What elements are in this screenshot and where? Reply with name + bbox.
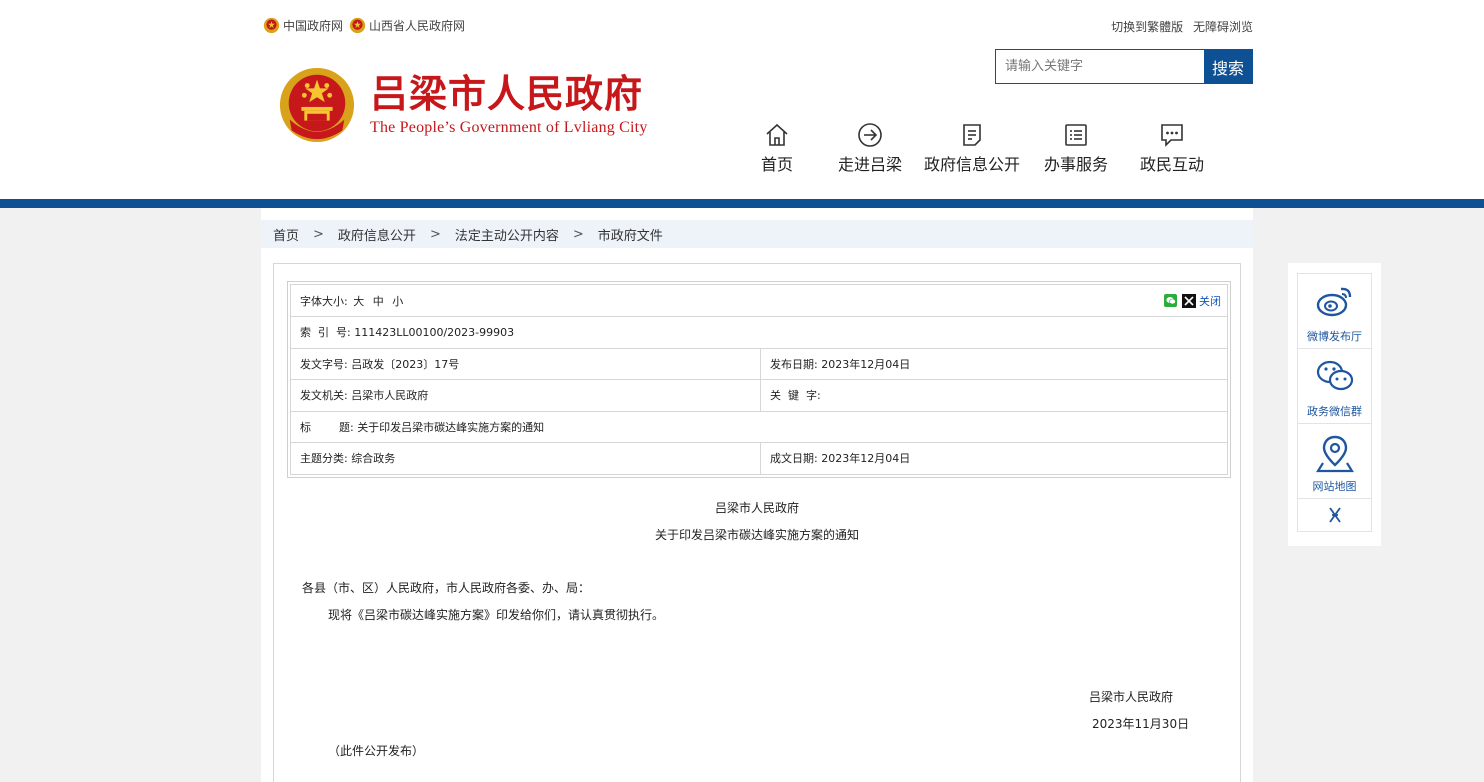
meta-pub-date: 发布日期: 2023年12月04日: [760, 347, 1228, 380]
meta-topic-value: 综合政务: [351, 452, 396, 466]
top-links: 中国政府网 山西省人民政府网: [263, 12, 471, 38]
arrow-circle-icon: [858, 123, 882, 147]
side-panel: 微博发布厅 政务微信群 网站地图: [1288, 263, 1381, 546]
side-weibo[interactable]: 微博发布厅: [1298, 274, 1371, 349]
meta-made-date-value: 2023年12月04日: [821, 452, 911, 466]
nav-about-label: 走进吕梁: [837, 155, 903, 174]
side-sitemap[interactable]: 网站地图: [1298, 424, 1371, 499]
search-input[interactable]: [996, 50, 1204, 83]
expand-icon: [1328, 507, 1341, 523]
meta-title-value: 关于印发吕梁市碳达峰实施方案的通知: [357, 420, 545, 434]
font-size-label: 字体大小:: [300, 294, 348, 308]
metadata-panel: 字体大小: 大 中 小 关闭 索 引 号: 111423LL00100/2023…: [287, 281, 1231, 478]
side-sitemap-label: 网站地图: [1312, 480, 1357, 493]
link-gov-cn-label: 中国政府网: [283, 18, 344, 33]
home-icon: [766, 123, 788, 146]
nav-services-label: 办事服务: [1043, 155, 1109, 174]
side-wechat[interactable]: 政务微信群: [1298, 349, 1371, 424]
meta-doc-no-label: 发文字号:: [300, 357, 348, 371]
wechat-icon: [1316, 360, 1353, 391]
meta-doc-no-value: 吕政发〔2023〕17号: [351, 357, 460, 371]
search-bar: 搜索: [995, 49, 1253, 84]
doc-salutation: 各县（市、区）人民政府，市人民政府各委、办、局：: [302, 581, 591, 595]
nav-interaction[interactable]: 政民互动: [1140, 122, 1204, 176]
weibo-icon: [1316, 287, 1351, 317]
nav-about[interactable]: 走进吕梁: [838, 122, 902, 176]
breadcrumb-info[interactable]: 政府信息公开: [338, 225, 416, 244]
meta-keyword-label: 关 键 字:: [770, 389, 821, 403]
meta-issuer-value: 吕梁市人民政府: [351, 389, 429, 403]
font-size-medium[interactable]: 中: [373, 295, 384, 308]
font-size-large[interactable]: 大: [353, 295, 364, 308]
site-header: 中国政府网 山西省人民政府网 切换到繁體版 无障碍浏览 吕梁市人民政府 The …: [0, 0, 1484, 200]
list-icon: [1065, 124, 1087, 146]
breadcrumb-home[interactable]: 首页: [273, 225, 299, 244]
meta-keyword: 关 键 字:: [760, 379, 1228, 412]
link-gov-cn[interactable]: 中国政府网: [263, 17, 343, 34]
meta-index-value: 111423LL00100/2023-99903: [354, 326, 515, 340]
side-back-to-top[interactable]: [1298, 499, 1371, 531]
chat-bubble-icon: [1161, 124, 1183, 147]
chevron-right-icon: >: [572, 226, 584, 242]
nav-info-label: 政府信息公开: [923, 155, 1021, 174]
meta-issuer-label: 发文机关:: [300, 389, 348, 403]
chevron-right-icon: >: [313, 226, 324, 242]
side-weibo-label: 微博发布厅: [1307, 330, 1362, 343]
nav-home[interactable]: 首页: [761, 122, 793, 176]
doc-heading-title: 关于印发吕梁市碳达峰实施方案的通知: [654, 528, 859, 542]
logo-title-cn: 吕梁市人民政府: [370, 71, 644, 116]
doc-heading-issuer: 吕梁市人民政府: [714, 501, 799, 515]
header-divider: [0, 199, 1484, 208]
top-links-right: 切换到繁體版 无障碍浏览: [1105, 18, 1253, 35]
doc-note: （此件公开发布）: [328, 744, 425, 758]
logo-title-en: The People’s Government of Lvliang City: [370, 119, 648, 136]
breadcrumb-city-docs[interactable]: 市政府文件: [598, 225, 663, 244]
meta-index-label: 索 引 号:: [300, 326, 351, 340]
article-box: 字体大小: 大 中 小 关闭 索 引 号: 111423LL00100/2023…: [273, 263, 1241, 782]
link-accessible[interactable]: 无障碍浏览: [1193, 20, 1253, 34]
link-traditional[interactable]: 切换到繁體版: [1111, 20, 1183, 34]
national-emblem-icon: [263, 17, 280, 33]
nav-info-disclosure[interactable]: 政府信息公开: [924, 122, 1020, 176]
link-shanxi-label: 山西省人民政府网: [369, 18, 466, 33]
wechat-share-icon[interactable]: [1164, 294, 1177, 307]
nav-interaction-label: 政民互动: [1139, 155, 1205, 174]
close-link[interactable]: 关闭: [1199, 293, 1221, 309]
meta-topic-label: 主题分类:: [300, 452, 348, 466]
search-button[interactable]: 搜索: [1204, 50, 1252, 83]
meta-issuer: 发文机关: 吕梁市人民政府: [290, 379, 761, 412]
side-wechat-label: 政务微信群: [1307, 405, 1362, 418]
share-tools: 关闭: [1164, 293, 1221, 309]
font-size-small[interactable]: 小: [392, 295, 403, 308]
meta-pub-date-label: 发布日期:: [770, 357, 818, 371]
nav-services[interactable]: 办事服务: [1044, 122, 1108, 176]
meta-title: 标 题: 关于印发吕梁市碳达峰实施方案的通知: [290, 410, 1228, 443]
meta-made-date-label: 成文日期:: [770, 452, 818, 466]
map-pin-icon: [1315, 435, 1354, 473]
site-logo[interactable]: 吕梁市人民政府 The People’s Government of Lvlia…: [278, 66, 648, 144]
meta-title-label: 标 题:: [300, 420, 354, 434]
x-share-icon[interactable]: [1182, 293, 1196, 308]
chevron-right-icon: >: [429, 226, 441, 242]
metadata-table: 字体大小: 大 中 小 关闭 索 引 号: 111423LL00100/2023…: [290, 284, 1228, 475]
meta-topic: 主题分类: 综合政务: [290, 442, 761, 475]
national-emblem-icon: [279, 67, 355, 143]
breadcrumb: 首页 > 政府信息公开 > 法定主动公开内容 > 市政府文件: [261, 220, 1253, 248]
doc-paragraph: 现将《吕梁市碳达峰实施方案》印发给你们，请认真贯彻执行。: [328, 608, 665, 622]
meta-pub-date-value: 2023年12月04日: [821, 357, 911, 371]
meta-made-date: 成文日期: 2023年12月04日: [760, 442, 1228, 475]
national-emblem-icon: [349, 17, 366, 33]
doc-signature: 吕梁市人民政府: [1089, 690, 1174, 704]
link-shanxi[interactable]: 山西省人民政府网: [349, 17, 465, 34]
font-size-switcher: 字体大小: 大 中 小: [300, 293, 408, 309]
nav-home-label: 首页: [760, 155, 794, 174]
main-content: 首页 > 政府信息公开 > 法定主动公开内容 > 市政府文件 字体大小: 大 中…: [261, 208, 1253, 782]
meta-doc-no: 发文字号: 吕政发〔2023〕17号: [290, 347, 761, 380]
doc-date: 2023年11月30日: [1092, 717, 1190, 731]
meta-index: 索 引 号: 111423LL00100/2023-99903: [290, 316, 1228, 349]
document-icon: [963, 124, 981, 146]
breadcrumb-statutory[interactable]: 法定主动公开内容: [455, 225, 559, 244]
toolbar-cell: 字体大小: 大 中 小 关闭: [290, 284, 1228, 317]
